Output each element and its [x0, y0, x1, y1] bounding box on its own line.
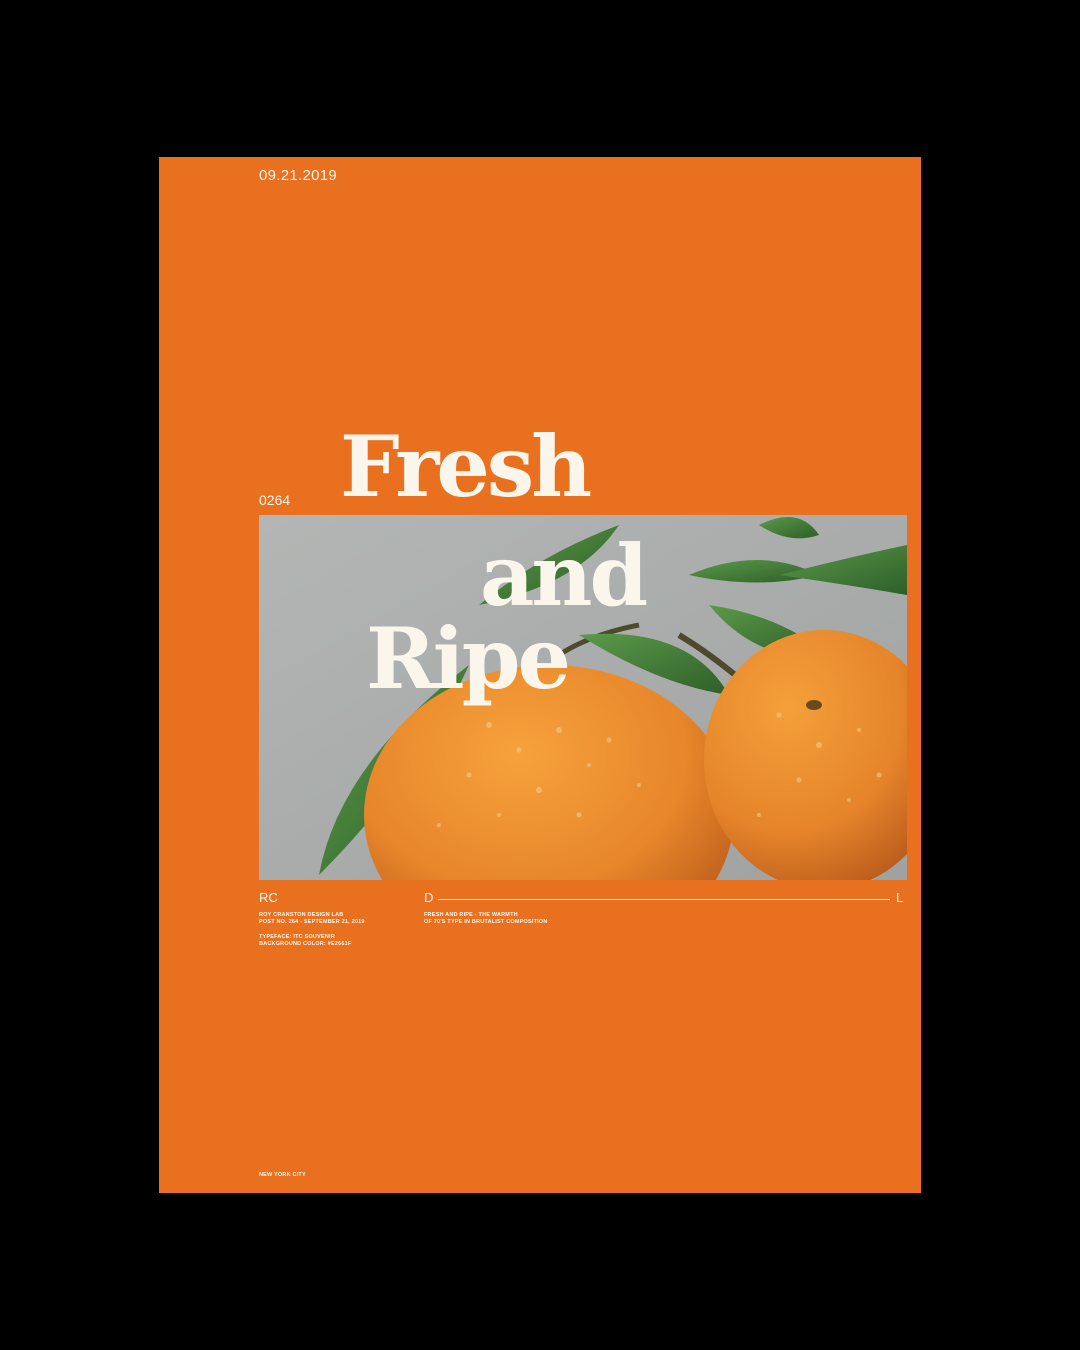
initials-rc: RC [259, 890, 278, 905]
headline-ripe: Ripe [366, 609, 571, 708]
headline-and: and [480, 526, 648, 625]
divider-line [438, 899, 890, 900]
headline-fresh: Fresh [340, 417, 592, 516]
initial-d: D [424, 890, 434, 905]
poster: 09.21.2019 0264 Fresh and Ripe RC D L RO… [159, 157, 921, 1193]
typeface-block: TYPEFACE: ITC SOUVENIR BACKGROUND COLOR:… [259, 934, 351, 948]
description-block: FRESH AND RIPE - THE WARMTH OF 70'S TYPE… [424, 912, 548, 926]
city-label: NEW YORK CITY [259, 1172, 306, 1178]
color-line: BACKGROUND COLOR: #E2661F [259, 941, 352, 947]
poster-date: 09.21.2019 [259, 167, 338, 184]
credits-block: ROY CRANSTON DESIGN LAB POST NO. 264 - S… [259, 912, 365, 926]
typeface-line: TYPEFACE: ITC SOUVENIR [259, 934, 335, 940]
credits-line: ROY CRANSTON DESIGN LAB [259, 912, 344, 918]
description-line: FRESH AND RIPE - THE WARMTH [424, 912, 518, 918]
description-line: OF 70'S TYPE IN BRUTALIST COMPOSITION [424, 919, 548, 925]
initial-l: L [896, 890, 904, 905]
credits-line: POST NO. 264 - SEPTEMBER 21, 2019 [259, 919, 365, 925]
poster-number: 0264 [259, 492, 291, 508]
